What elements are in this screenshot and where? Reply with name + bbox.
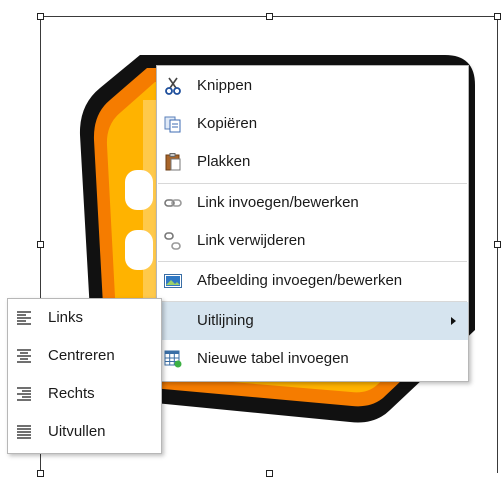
menu-item-paste[interactable]: Plakken — [157, 143, 468, 181]
resize-handle-top-left[interactable] — [37, 13, 44, 20]
menu-item-label: Link verwijderen — [197, 232, 306, 249]
menu-item-insert-image[interactable]: Afbeelding invoegen/bewerken — [157, 262, 468, 300]
menu-item-label: Plakken — [197, 153, 251, 170]
menu-item-label: Uitlijning — [197, 312, 254, 329]
resize-handle-left[interactable] — [37, 241, 44, 248]
menu-item-label: Centreren — [48, 347, 115, 364]
align-left-icon — [17, 311, 31, 325]
context-menu: Knippen Kopiëren Plakken Link invoegen/b… — [156, 65, 469, 382]
menu-item-copy[interactable]: Kopiëren — [157, 105, 468, 143]
alignment-submenu: Links Centreren Rechts Uitvullen — [7, 298, 162, 454]
resize-handle-bottom-left[interactable] — [37, 470, 44, 477]
link-icon — [164, 199, 182, 207]
unlink-icon — [164, 232, 181, 250]
align-left-option[interactable]: Links — [8, 299, 161, 337]
resize-handle-top-right[interactable] — [494, 13, 501, 20]
scissors-icon — [165, 77, 181, 95]
align-center-icon — [17, 349, 31, 363]
menu-item-label: Link invoegen/bewerken — [197, 194, 359, 211]
resize-handle-right[interactable] — [494, 241, 501, 248]
align-right-icon — [17, 387, 31, 401]
menu-item-label: Rechts — [48, 385, 95, 402]
menu-item-label: Nieuwe tabel invoegen — [197, 350, 349, 367]
image-icon — [164, 274, 182, 288]
menu-item-label: Links — [48, 309, 84, 326]
menu-item-alignment[interactable]: Uitlijning — [157, 302, 468, 340]
menu-item-remove-link[interactable]: Link verwijderen — [157, 222, 468, 260]
menu-item-cut[interactable]: Knippen — [157, 67, 468, 105]
menu-item-label: Afbeelding invoegen/bewerken — [197, 272, 403, 289]
copy-icon — [164, 116, 181, 133]
align-right-option[interactable]: Rechts — [8, 375, 161, 413]
resize-handle-top[interactable] — [266, 13, 273, 20]
submenu-arrow-icon — [451, 317, 456, 325]
menu-item-insert-link[interactable]: Link invoegen/bewerken — [157, 184, 468, 222]
resize-handle-bottom[interactable] — [266, 470, 273, 477]
menu-item-insert-table[interactable]: Nieuwe tabel invoegen — [157, 340, 468, 378]
align-justify-option[interactable]: Uitvullen — [8, 413, 161, 451]
table-insert-icon — [164, 350, 182, 368]
menu-item-label: Uitvullen — [48, 423, 106, 440]
align-center-option[interactable]: Centreren — [8, 337, 161, 375]
paste-icon — [165, 153, 181, 171]
menu-item-label: Kopiëren — [197, 115, 258, 132]
align-justify-icon — [17, 425, 31, 439]
menu-item-label: Knippen — [197, 77, 253, 94]
